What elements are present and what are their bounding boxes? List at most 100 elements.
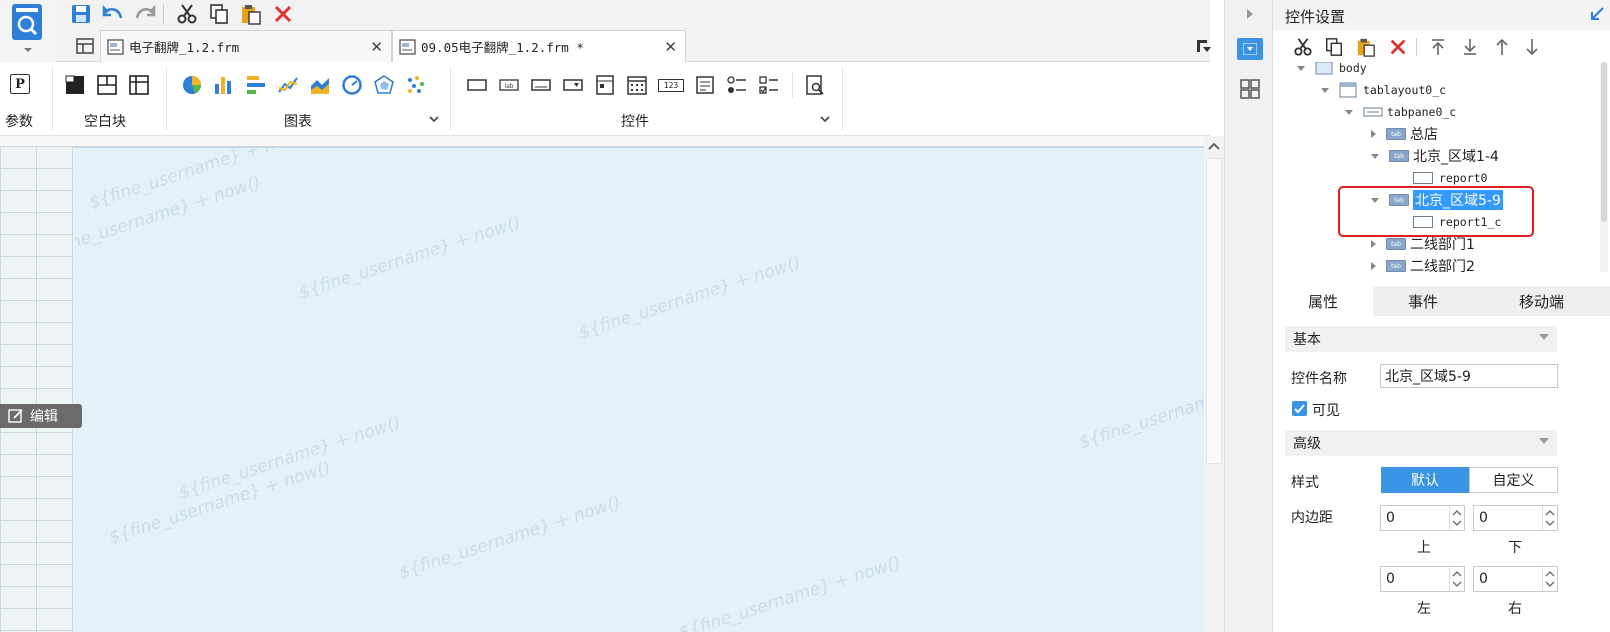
tree-node-tab[interactable]: tab 北京_区域1-4 <box>1371 145 1499 167</box>
label-widget-icon[interactable]: lab <box>498 74 520 96</box>
watermark: ${fine_username} + now() <box>396 492 624 584</box>
vertical-scrollbar[interactable] <box>1204 136 1224 632</box>
app-menu-button[interactable] <box>0 0 56 62</box>
tab-file-1[interactable]: 电子翻牌_1.2.frm ✕ <box>100 30 392 62</box>
dropdown-widget-icon[interactable] <box>562 74 584 96</box>
style-label: 样式 <box>1291 475 1319 491</box>
line-chart-icon[interactable] <box>277 74 299 96</box>
copy-icon[interactable] <box>1324 37 1344 57</box>
visible-label: 可见 <box>1312 403 1340 419</box>
padding-right-stepper[interactable]: 0 <box>1473 566 1558 592</box>
text-field-widget-icon[interactable] <box>530 74 552 96</box>
scatter-chart-icon[interactable] <box>405 74 427 96</box>
tab-file-2[interactable]: 09.05电子翻牌_1.2.frm * ✕ <box>392 30 686 62</box>
move-up-icon[interactable] <box>1492 37 1512 57</box>
bar-chart-icon[interactable] <box>213 74 235 96</box>
chevron-down-icon[interactable] <box>818 112 832 126</box>
cut-icon[interactable] <box>176 3 198 25</box>
check-icon <box>1294 404 1305 414</box>
parameter-icon[interactable]: P <box>10 74 30 94</box>
save-icon[interactable] <box>70 3 92 25</box>
list-widget-icon[interactable] <box>594 74 616 96</box>
section-basic[interactable]: 基本 <box>1285 326 1557 352</box>
redo-icon[interactable] <box>134 3 156 25</box>
move-to-bottom-icon[interactable] <box>1460 37 1480 57</box>
app-logo-icon <box>12 4 42 52</box>
tab-layout-icon <box>1339 82 1357 98</box>
tree-scrollbar[interactable] <box>1600 62 1608 272</box>
tab-properties[interactable]: 属性 <box>1273 286 1373 316</box>
svg-text:lab: lab <box>504 83 513 90</box>
gauge-chart-icon[interactable] <box>341 74 363 96</box>
table-block-icon[interactable] <box>128 74 150 96</box>
tree-node-tab[interactable]: tab 总店 <box>1371 123 1438 145</box>
radio-group-widget-icon[interactable] <box>726 74 748 96</box>
scroll-up-icon[interactable] <box>1207 140 1221 152</box>
watermark: ${fine_username} + now() <box>296 212 524 304</box>
cut-icon[interactable] <box>1293 37 1313 57</box>
pie-chart-icon[interactable] <box>181 74 203 96</box>
delete-icon[interactable] <box>1388 37 1408 57</box>
widget-name-label: 控件名称 <box>1291 371 1347 387</box>
collapse-arrow-icon[interactable] <box>1245 8 1255 20</box>
group-label-parameter: 参数 <box>5 114 33 130</box>
tab-events[interactable]: 事件 <box>1373 286 1473 316</box>
widget-settings-icon <box>1243 43 1257 55</box>
tab-block-icon[interactable] <box>96 74 118 96</box>
text-area-widget-icon[interactable] <box>694 74 716 96</box>
paste-icon[interactable] <box>240 3 262 25</box>
visible-checkbox[interactable] <box>1292 401 1307 416</box>
tab-mobile[interactable]: 移动端 <box>1473 286 1610 316</box>
copy-icon[interactable] <box>208 3 230 25</box>
grid-ruler <box>0 146 74 632</box>
date-widget-icon[interactable] <box>626 74 648 96</box>
tree-node-tabpane[interactable]: tabpane0_c <box>1345 101 1456 123</box>
group-label-chart: 图表 <box>284 114 312 130</box>
tab-icon: tab <box>1389 150 1409 162</box>
group-label-widget: 控件 <box>621 114 649 130</box>
top-bar: 电子翻牌_1.2.frm ✕ 09.05电子翻牌_1.2.frm * ✕ <box>56 0 1211 62</box>
paste-icon[interactable] <box>1356 37 1376 57</box>
chevron-down-icon <box>1539 334 1549 340</box>
tab-list-dropdown-icon[interactable] <box>1194 36 1214 56</box>
scroll-thumb[interactable] <box>1206 158 1222 464</box>
section-advanced[interactable]: 高级 <box>1285 430 1557 456</box>
widget-name-input[interactable] <box>1380 364 1558 388</box>
tree-node-body[interactable]: body <box>1297 62 1367 79</box>
radar-chart-icon[interactable] <box>373 74 395 96</box>
horizontal-bar-chart-icon[interactable] <box>245 74 267 96</box>
button-widget-icon[interactable] <box>466 74 488 96</box>
tree-node-tablayout[interactable]: tablayout0_c <box>1321 79 1446 101</box>
close-icon[interactable]: ✕ <box>664 38 677 56</box>
area-chart-icon[interactable] <box>309 74 331 96</box>
tab-pane-icon <box>1363 107 1383 117</box>
delete-icon[interactable] <box>272 3 294 25</box>
checkbox-group-widget-icon[interactable] <box>758 74 780 96</box>
style-default-button[interactable]: 默认 <box>1381 467 1469 493</box>
form-layout-icon[interactable] <box>76 37 94 55</box>
panel-title: 控件设置 <box>1285 8 1346 26</box>
padding-top-stepper[interactable]: 0 <box>1380 505 1465 531</box>
undo-icon[interactable] <box>102 3 124 25</box>
widget-tree: body tablayout0_c tabpane0_c tab 总店 tab 北京… <box>1285 62 1610 272</box>
body-icon <box>1315 62 1333 75</box>
padding-bottom-stepper[interactable]: 0 <box>1473 505 1558 531</box>
style-custom-button[interactable]: 自定义 <box>1469 467 1558 493</box>
padding-bottom-caption: 下 <box>1508 540 1522 556</box>
chevron-down-icon[interactable] <box>427 112 441 126</box>
design-canvas[interactable]: ${fine_username} + now() ${fine_username… <box>74 146 1204 632</box>
component-library-icon[interactable] <box>1239 78 1261 100</box>
move-down-icon[interactable] <box>1522 37 1542 57</box>
search-widget-icon[interactable] <box>804 74 826 96</box>
padding-label: 内边距 <box>1291 510 1333 526</box>
edit-button[interactable]: 编辑 <box>0 404 82 428</box>
move-to-top-icon[interactable] <box>1428 37 1448 57</box>
tree-node-tab[interactable]: tab 二线部门2 <box>1371 255 1475 272</box>
absolute-block-icon[interactable] <box>64 74 86 96</box>
padding-left-stepper[interactable]: 0 <box>1380 566 1465 592</box>
close-icon[interactable]: ✕ <box>370 38 383 56</box>
number-widget-icon[interactable]: 123 <box>658 79 684 92</box>
minimize-icon[interactable] <box>1590 7 1604 21</box>
widget-settings-toggle[interactable] <box>1237 38 1263 60</box>
stepper-arrows-icon <box>1452 571 1462 587</box>
